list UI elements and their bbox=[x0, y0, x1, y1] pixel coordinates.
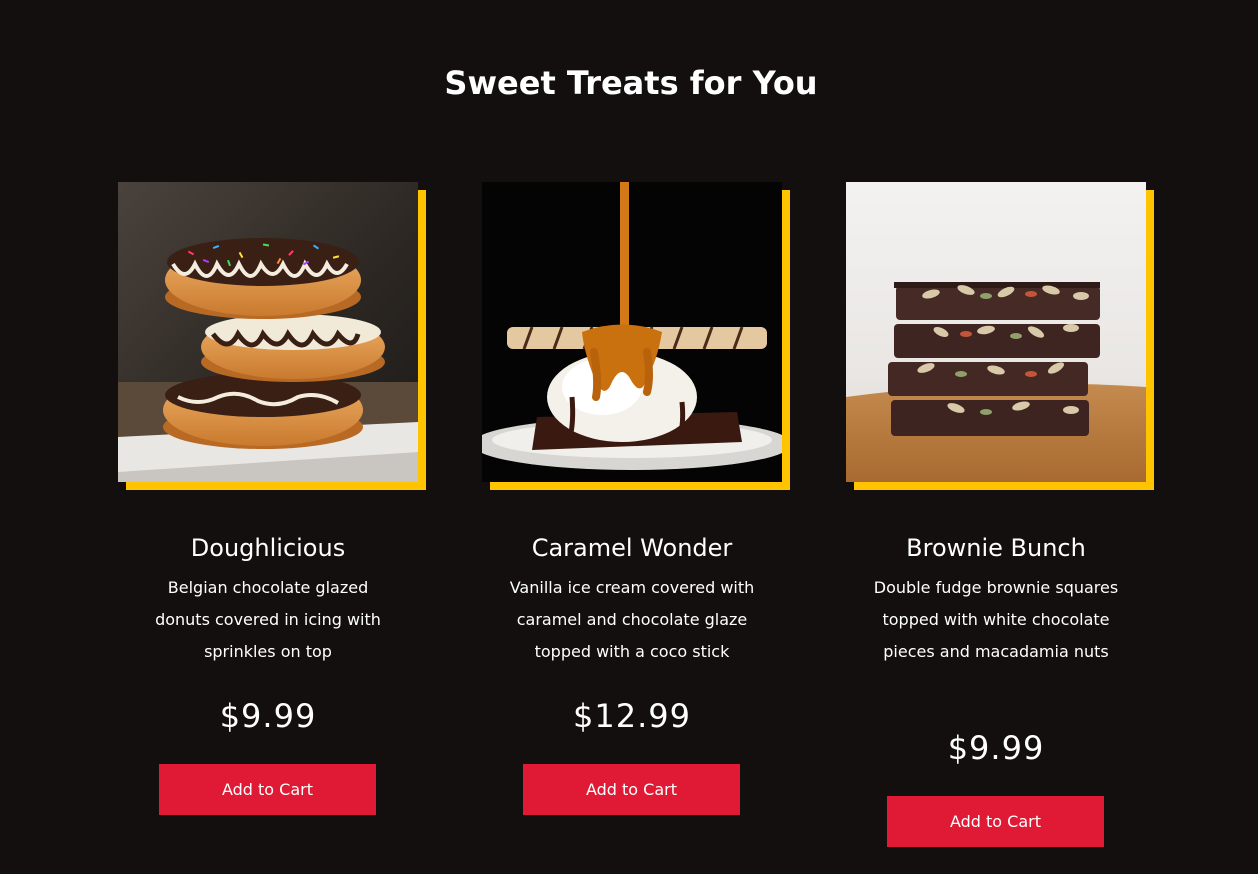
product-card-brownie-bunch: Brownie Bunch Double fudge brownie squar… bbox=[846, 182, 1154, 847]
product-image-frame bbox=[482, 182, 790, 490]
product-image-frame bbox=[846, 182, 1154, 490]
brownie-stack-photo bbox=[846, 182, 1146, 482]
page-title: Sweet Treats for You bbox=[444, 64, 818, 102]
product-name: Caramel Wonder bbox=[531, 534, 733, 562]
product-name: Doughlicious bbox=[190, 534, 346, 562]
product-image-frame bbox=[118, 182, 426, 490]
product-description: Belgian chocolate glazed donuts covered … bbox=[155, 578, 381, 661]
product-card-caramel-wonder: Caramel Wonder Vanilla ice cream covered… bbox=[482, 182, 790, 815]
product-price: $12.99 bbox=[573, 697, 691, 735]
product-description: Vanilla ice cream covered with caramel a… bbox=[509, 578, 755, 661]
add-to-cart-button[interactable]: Add to Cart bbox=[159, 764, 376, 815]
caramel-ice-cream-photo bbox=[482, 182, 782, 482]
product-price: $9.99 bbox=[219, 697, 317, 735]
product-name: Brownie Bunch bbox=[906, 534, 1086, 562]
product-card-doughlicious: Doughlicious Belgian chocolate glazed do… bbox=[118, 182, 426, 815]
stacked-donuts-photo bbox=[118, 182, 418, 482]
add-to-cart-button[interactable]: Add to Cart bbox=[887, 796, 1104, 847]
product-description: Double fudge brownie squares topped with… bbox=[873, 578, 1119, 661]
add-to-cart-button[interactable]: Add to Cart bbox=[523, 764, 740, 815]
product-price: $9.99 bbox=[947, 729, 1045, 767]
